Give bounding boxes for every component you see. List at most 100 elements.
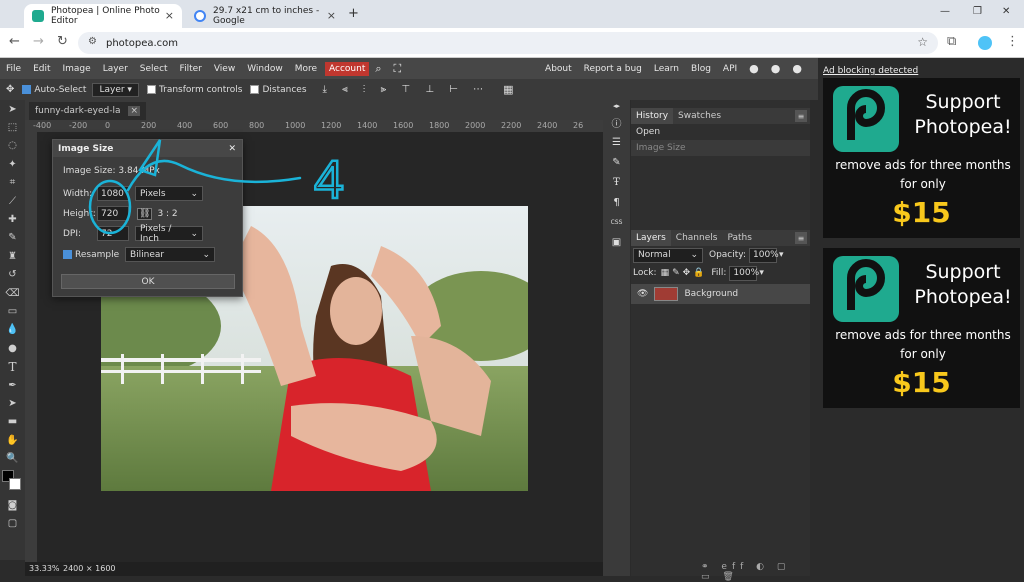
opacity-arrow-icon[interactable]: ▾	[779, 250, 784, 260]
brush-settings-icon[interactable]: ✎	[603, 152, 630, 172]
close-tab-icon[interactable]: ×	[327, 9, 336, 22]
visibility-eye-icon[interactable]: 👁	[637, 289, 648, 299]
ad-banner[interactable]: Support Photopea! remove ads for three m…	[823, 78, 1020, 238]
blend-mode-dropdown[interactable]: Normal ⌄	[633, 247, 703, 263]
crop-tool-icon[interactable]: ⌗	[0, 174, 25, 192]
fill-arrow-icon[interactable]: ▾	[759, 268, 764, 278]
new-tab-button[interactable]: +	[348, 6, 359, 21]
image-icon[interactable]: ▣	[603, 232, 630, 252]
blog-link[interactable]: Blog	[685, 64, 717, 74]
ad-banner[interactable]: Support Photopea! remove ads for three m…	[823, 248, 1020, 408]
close-dialog-icon[interactable]: ✕	[228, 144, 236, 154]
browser-menu-icon[interactable]: ⋮	[1006, 34, 1019, 49]
blur-tool-icon[interactable]: 💧	[0, 321, 25, 339]
menu-image[interactable]: Image	[57, 64, 97, 74]
close-document-icon[interactable]: ×	[128, 106, 141, 116]
move-tool-icon[interactable]: ➤	[0, 100, 25, 118]
search-icon[interactable]: ⌕	[369, 62, 387, 76]
ok-button[interactable]: OK	[61, 274, 235, 289]
background-color[interactable]	[9, 477, 21, 490]
panel-menu-icon[interactable]: ≡	[795, 232, 807, 244]
tab-channels[interactable]: Channels	[671, 230, 723, 246]
twitter-icon[interactable]: ●	[765, 62, 787, 75]
shape-tool-icon[interactable]: ▬	[0, 413, 25, 431]
tab-layers[interactable]: Layers	[631, 230, 671, 246]
resample-checkbox[interactable]	[63, 250, 72, 259]
constrain-link-icon[interactable]: ⛓	[137, 207, 153, 220]
extensions-icon[interactable]: ⧉	[947, 34, 956, 49]
healing-brush-icon[interactable]: ✚	[0, 210, 25, 228]
align-icons[interactable]: ⤓ ⫷ ⫶ ⫸ ⊤ ⊥ ⊢ ⋯	[323, 84, 490, 95]
zoom-tool-icon[interactable]: 🔍	[0, 449, 25, 467]
tab-history[interactable]: History	[631, 108, 674, 124]
dpi-input[interactable]: 72	[97, 226, 129, 241]
transform-controls-checkbox[interactable]	[146, 85, 156, 94]
minimize-button[interactable]: —	[940, 6, 950, 17]
tab-photopea[interactable]: Photopea | Online Photo Editor ×	[24, 4, 182, 28]
lasso-tool-icon[interactable]: ◌	[0, 137, 25, 155]
menu-select[interactable]: Select	[134, 64, 174, 74]
paragraph-icon[interactable]: ¶	[603, 192, 630, 212]
report-bug-link[interactable]: Report a bug	[578, 64, 648, 74]
learn-link[interactable]: Learn	[648, 64, 685, 74]
magic-wand-icon[interactable]: ✦	[0, 155, 25, 173]
menu-view[interactable]: View	[208, 64, 241, 74]
site-info-icon[interactable]: ⚙	[88, 36, 97, 47]
color-swatches[interactable]	[0, 468, 25, 496]
eraser-tool-icon[interactable]: ⌫	[0, 284, 25, 302]
facebook-icon[interactable]: ●	[786, 62, 808, 75]
quick-mask-icon[interactable]: ◙	[0, 496, 25, 514]
tab-google[interactable]: 29.7 x21 cm to inches - Google ×	[186, 4, 344, 28]
close-tab-icon[interactable]: ×	[165, 9, 174, 22]
resample-dropdown[interactable]: Bilinear ⌄	[125, 247, 215, 262]
hand-tool-icon[interactable]: ✋	[0, 431, 25, 449]
url-field[interactable]: ⚙ photopea.com ☆	[78, 32, 938, 54]
back-icon[interactable]: ←	[9, 34, 20, 49]
css-icon[interactable]: CSS	[603, 212, 630, 232]
about-link[interactable]: About	[539, 64, 578, 74]
width-unit-dropdown[interactable]: Pixels ⌄	[135, 186, 203, 201]
maximize-button[interactable]: ❐	[973, 6, 982, 17]
forward-icon[interactable]: →	[33, 34, 44, 49]
collapse-icon[interactable]: ◂▸	[603, 100, 630, 112]
menu-window[interactable]: Window	[241, 64, 289, 74]
history-item-open[interactable]: Open	[631, 124, 810, 140]
menu-edit[interactable]: Edit	[27, 64, 56, 74]
grid-icon[interactable]: ▦	[503, 83, 513, 96]
path-select-icon[interactable]: ➤	[0, 394, 25, 412]
width-input[interactable]: 1080	[97, 186, 129, 201]
screen-mode-icon[interactable]: ▢	[0, 514, 25, 532]
auto-select-checkbox[interactable]	[22, 85, 32, 94]
history-brush-icon[interactable]: ↺	[0, 266, 25, 284]
marquee-tool-icon[interactable]: ⬚	[0, 118, 25, 136]
brush-tool-icon[interactable]: ✎	[0, 229, 25, 247]
fill-input[interactable]: 100%	[729, 265, 759, 281]
eyedropper-icon[interactable]: ⟋	[0, 192, 25, 210]
info-icon[interactable]: ⓘ	[603, 112, 630, 132]
reddit-icon[interactable]: ●	[743, 62, 765, 75]
fullscreen-icon[interactable]: ⛶	[388, 62, 408, 76]
dpi-unit-dropdown[interactable]: Pixels / Inch ⌄	[135, 224, 203, 244]
pen-tool-icon[interactable]: ✒	[0, 376, 25, 394]
profile-avatar[interactable]	[978, 36, 992, 50]
properties-icon[interactable]: ☰	[603, 132, 630, 152]
menu-filter[interactable]: Filter	[174, 64, 208, 74]
dodge-tool-icon[interactable]: ●	[0, 339, 25, 357]
account-button[interactable]: Account	[325, 61, 370, 76]
ad-block-notice[interactable]: Ad blocking detected	[823, 66, 918, 76]
clone-stamp-icon[interactable]: ♜	[0, 247, 25, 265]
character-icon[interactable]: Ŧ	[603, 172, 630, 192]
history-item-image-size[interactable]: Image Size	[631, 140, 810, 156]
tab-paths[interactable]: Paths	[722, 230, 756, 246]
bookmark-star-icon[interactable]: ☆	[917, 35, 928, 49]
lock-icons[interactable]: ▦✎✥🔒	[661, 268, 708, 278]
close-window-button[interactable]: ✕	[1002, 6, 1010, 17]
type-tool-icon[interactable]: T	[0, 357, 25, 375]
zoom-level[interactable]: 33.33%	[29, 564, 60, 573]
layer-footer-icons[interactable]: ⚭ eff ◐ ▢ ▭ 🗑	[701, 562, 810, 582]
layer-row-background[interactable]: 👁 Background	[631, 284, 810, 304]
layer-select-dropdown[interactable]: Layer ▾	[92, 82, 139, 97]
gradient-tool-icon[interactable]: ▭	[0, 302, 25, 320]
distances-checkbox[interactable]	[250, 85, 260, 94]
document-tab[interactable]: funny-dark-eyed-la ×	[29, 102, 147, 120]
